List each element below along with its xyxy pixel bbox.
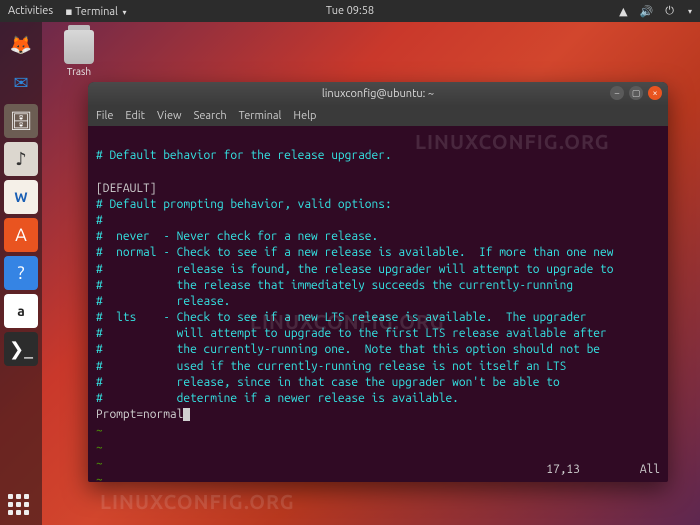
file-line: [DEFAULT] (96, 182, 156, 195)
file-line: # never - Never check for a new release. (96, 230, 378, 243)
vim-tilde: ~ (96, 424, 103, 437)
scroll-indicator: All (640, 462, 660, 478)
network-icon[interactable]: ▲ (619, 5, 627, 18)
clock[interactable]: Tue 09:58 (326, 5, 374, 17)
file-line: # the release that immediately succeeds … (96, 279, 573, 292)
chevron-down-icon: ▾ (122, 8, 126, 17)
file-line: # the currently-running one. Note that t… (96, 343, 600, 356)
help-icon[interactable]: ? (4, 256, 38, 290)
ubuntu-software-icon[interactable]: A (4, 218, 38, 252)
watermark-text: LINUXCONFIG.ORG (100, 490, 295, 513)
menu-search[interactable]: Search (194, 110, 227, 122)
thunderbird-icon[interactable]: ✉ (4, 66, 38, 100)
trash-desktop-icon[interactable]: Trash (54, 30, 104, 77)
firefox-icon[interactable]: 🦊 (4, 28, 38, 62)
text-cursor (183, 408, 190, 421)
file-line: # normal - Check to see if a new release… (96, 246, 613, 259)
trash-icon (64, 30, 94, 64)
prompt-line: Prompt=normal (96, 408, 183, 421)
terminal-indicator-icon: ▪ (65, 6, 72, 18)
file-line: # Default prompting behavior, valid opti… (96, 198, 392, 211)
menu-help[interactable]: Help (293, 110, 316, 122)
terminal-window: linuxconfig@ubuntu: ~ – ▢ × File Edit Vi… (88, 82, 668, 482)
dock: 🦊 ✉ 🗄 ♪ W A ? a ❯_ (0, 22, 42, 525)
file-line: # will attempt to upgrade to the first L… (96, 327, 607, 340)
file-line: # release is found, the release upgrader… (96, 263, 613, 276)
file-line: # Default behavior for the release upgra… (96, 149, 392, 162)
maximize-button[interactable]: ▢ (629, 86, 643, 100)
file-line: # lts - Check to see if a new LTS releas… (96, 311, 587, 324)
chevron-down-icon: ▾ (688, 7, 692, 16)
close-button[interactable]: × (648, 86, 662, 100)
menu-terminal[interactable]: Terminal (239, 110, 282, 122)
volume-icon[interactable]: 🔊 (640, 5, 654, 18)
amazon-icon[interactable]: a (4, 294, 38, 328)
menu-edit[interactable]: Edit (125, 110, 145, 122)
file-line: # (96, 214, 103, 227)
file-line: # used if the currently-running release … (96, 360, 566, 373)
power-icon[interactable]: ⏻ (665, 5, 674, 18)
file-line: # release. (96, 295, 230, 308)
gnome-topbar: Activities ▪ Terminal ▾ Tue 09:58 ▲ 🔊 ⏻ … (0, 0, 700, 22)
terminal-menubar: File Edit View Search Terminal Help (88, 106, 668, 126)
cursor-position: 17,13 (546, 462, 580, 478)
app-menu[interactable]: ▪ Terminal ▾ (65, 5, 126, 18)
menu-view[interactable]: View (157, 110, 182, 122)
vim-tilde: ~ (96, 441, 103, 454)
terminal-icon[interactable]: ❯_ (4, 332, 38, 366)
terminal-viewport[interactable]: # Default behavior for the release upgra… (88, 126, 668, 482)
file-line: # determine if a newer release is availa… (96, 392, 459, 405)
menu-file[interactable]: File (96, 110, 113, 122)
activities-button[interactable]: Activities (8, 5, 53, 17)
files-icon[interactable]: 🗄 (4, 104, 38, 138)
file-line: # release, since in that case the upgrad… (96, 376, 560, 389)
minimize-button[interactable]: – (610, 86, 624, 100)
show-applications-icon[interactable] (8, 494, 29, 515)
libreoffice-writer-icon[interactable]: W (4, 180, 38, 214)
window-titlebar[interactable]: linuxconfig@ubuntu: ~ – ▢ × (88, 82, 668, 106)
app-menu-label: Terminal (75, 6, 118, 18)
vim-status-line: 17,13 All (96, 462, 660, 478)
rhythmbox-icon[interactable]: ♪ (4, 142, 38, 176)
window-title: linuxconfig@ubuntu: ~ (322, 88, 434, 100)
trash-label: Trash (54, 66, 104, 77)
